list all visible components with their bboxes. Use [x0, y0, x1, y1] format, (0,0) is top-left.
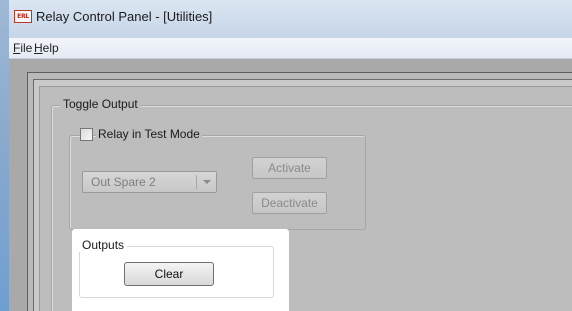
menu-bar: File Help — [9, 38, 572, 59]
menu-help-label: elp — [42, 41, 59, 55]
clear-button[interactable]: Clear — [124, 262, 214, 286]
menu-help[interactable]: Help — [34, 38, 59, 59]
activate-button[interactable]: Activate — [252, 157, 327, 179]
menu-help-mnemonic: H — [34, 41, 43, 55]
deactivate-button[interactable]: Deactivate — [252, 192, 327, 214]
output-select-dropdown[interactable]: Out Spare 2 — [82, 171, 217, 193]
output-select-value: Out Spare 2 — [91, 175, 156, 189]
outputs-group-label: Outputs — [79, 238, 128, 252]
relay-test-mode-checkbox[interactable] — [80, 128, 93, 141]
app-logo-icon[interactable]: ERL — [14, 10, 32, 23]
window-left-border — [0, 0, 9, 311]
relay-test-mode-label[interactable]: Relay in Test Mode — [96, 126, 202, 142]
toggle-output-group-label: Toggle Output — [60, 97, 141, 111]
menu-file[interactable]: File — [13, 38, 32, 59]
window-title: Relay Control Panel - [Utilities] — [36, 9, 213, 24]
chevron-down-icon — [203, 180, 211, 184]
dropdown-divider — [196, 175, 197, 189]
menu-file-label: ile — [20, 41, 33, 55]
